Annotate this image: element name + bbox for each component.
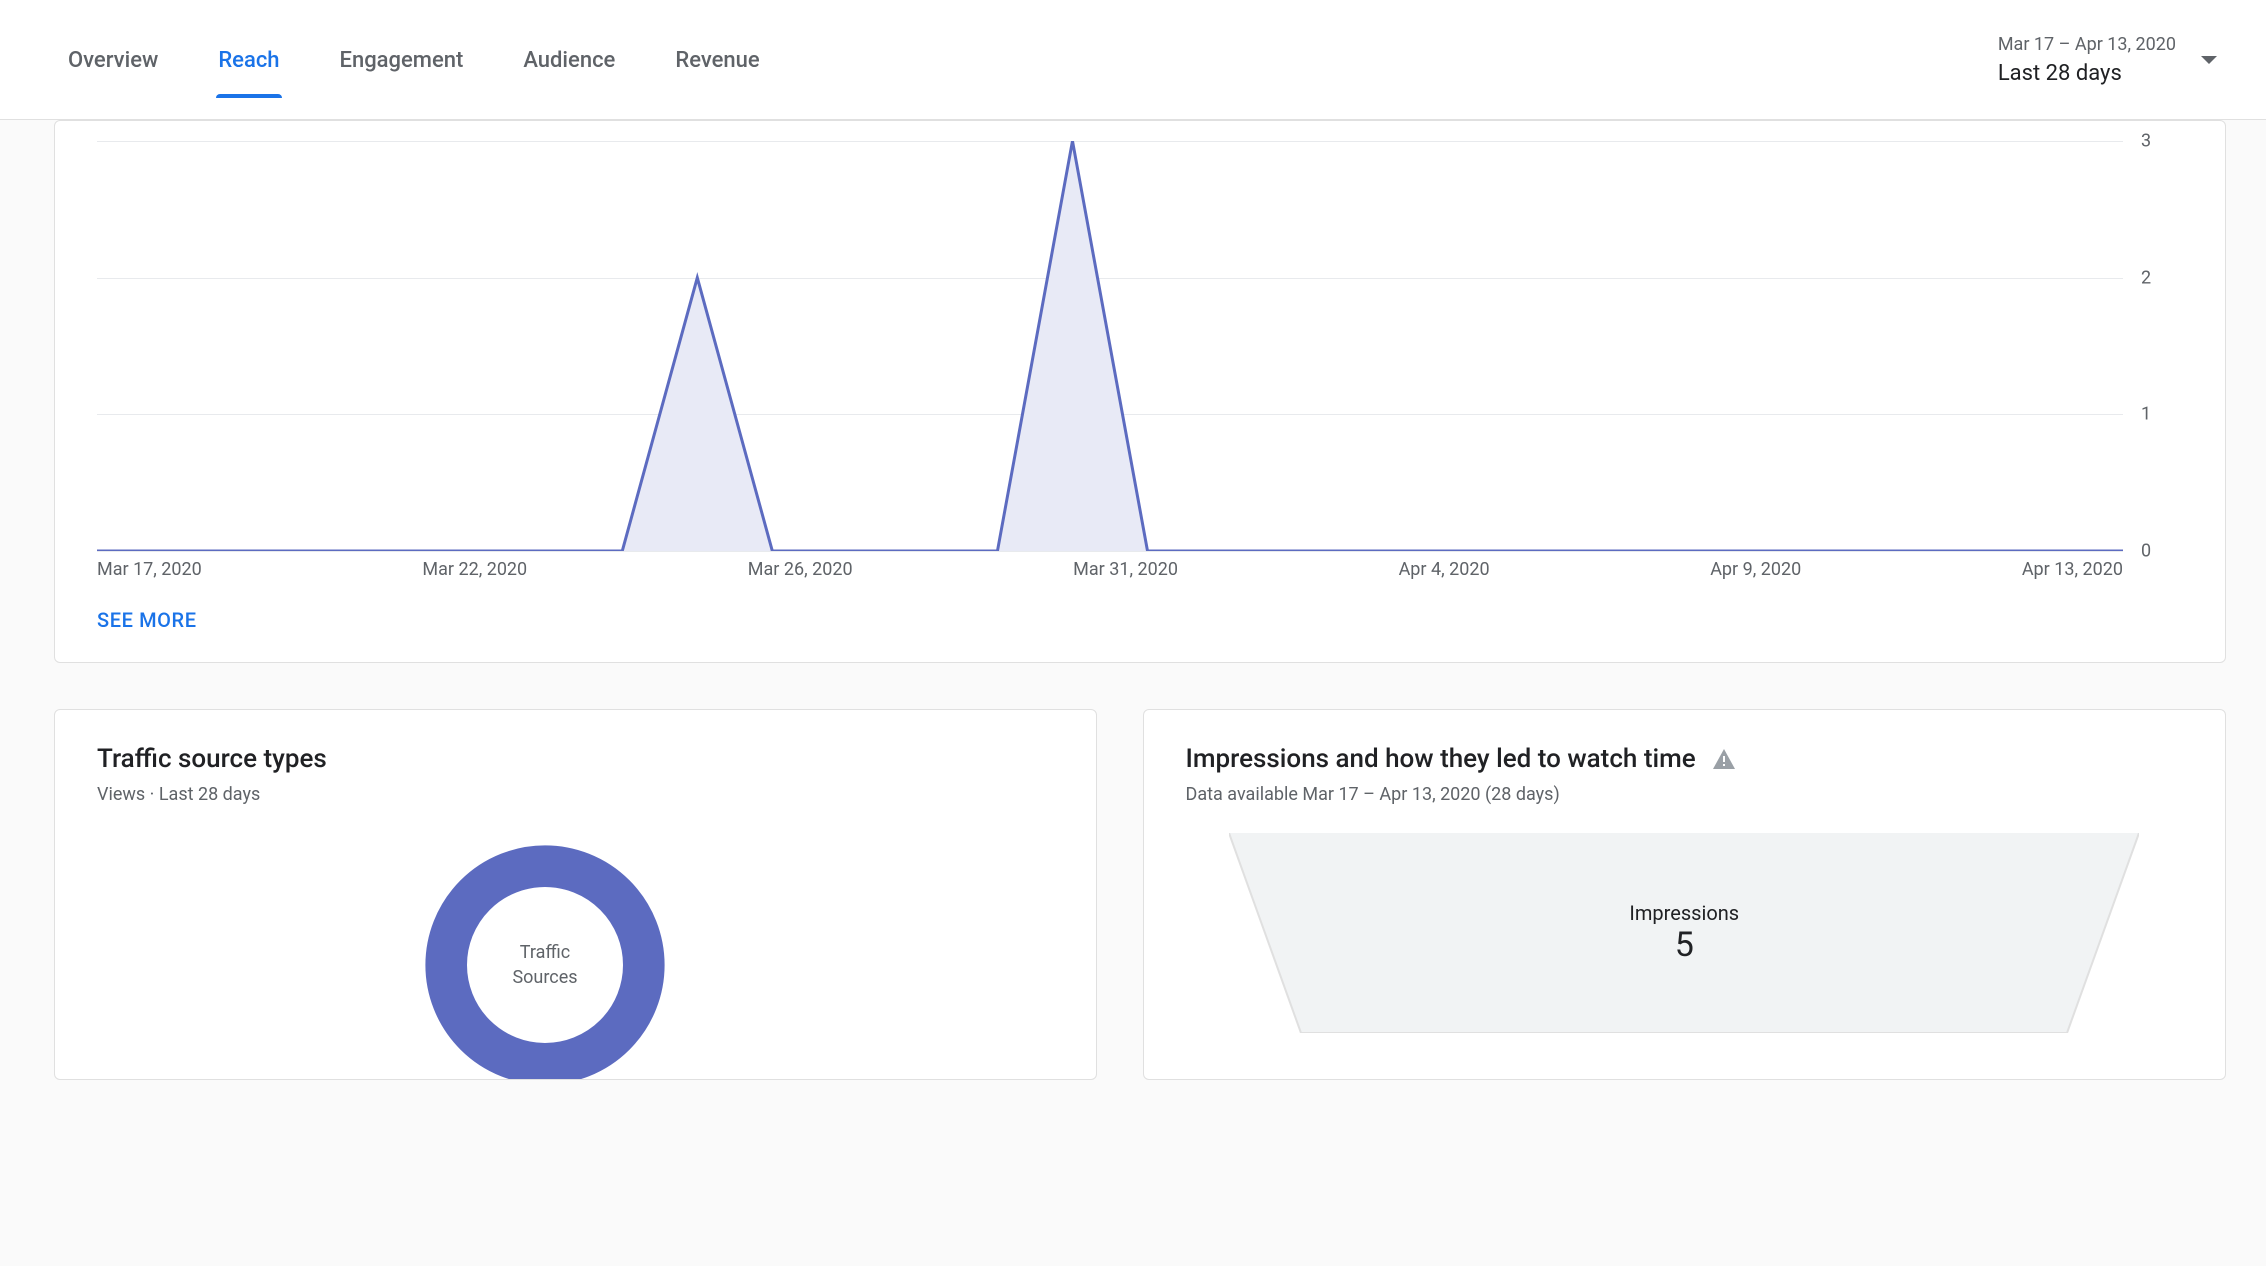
tab-audience[interactable]: Audience [521, 36, 617, 97]
y-tick-label: 3 [2141, 131, 2151, 152]
funnel-stage-impressions: Impressions 5 [1229, 833, 2139, 1033]
see-more-link[interactable]: SEE MORE [97, 608, 2183, 632]
chevron-down-icon [2200, 55, 2218, 65]
x-tick-label: Mar 17, 2020 [97, 559, 202, 580]
date-range-box: Mar 17 – Apr 13, 2020 Last 28 days [1998, 34, 2176, 86]
impressions-title: Impressions and how they led to watch ti… [1186, 744, 1696, 774]
traffic-sources-card: Traffic source types Views · Last 28 day… [54, 709, 1097, 1080]
x-tick-label: Mar 22, 2020 [422, 559, 527, 580]
top-bar: Overview Reach Engagement Audience Reven… [0, 0, 2266, 120]
main-chart-card: 0 1 2 3 Mar 17, 2020 Mar 22, 2020 Mar 26, 202… [54, 120, 2226, 663]
traffic-donut: Traffic Sources [415, 835, 675, 1080]
tab-revenue[interactable]: Revenue [673, 36, 761, 97]
impressions-subtitle: Data available Mar 17 – Apr 13, 2020 (28… [1186, 784, 2183, 805]
date-range-picker[interactable]: Mar 17 – Apr 13, 2020 Last 28 days [1998, 0, 2248, 119]
tab-engagement[interactable]: Engagement [338, 36, 466, 97]
content: 0 1 2 3 Mar 17, 2020 Mar 22, 2020 Mar 26, 202… [0, 120, 2266, 1120]
traffic-sources-subtitle: Views · Last 28 days [97, 784, 1054, 805]
warning-icon [1712, 748, 1736, 770]
funnel-stage-label: Impressions [1629, 901, 1739, 925]
chart-y-axis: 0123 [2123, 141, 2183, 551]
gridline [97, 551, 2123, 552]
donut-center-label: Traffic Sources [512, 940, 577, 990]
x-tick-label: Apr 4, 2020 [1399, 559, 1490, 580]
date-range-text: Mar 17 – Apr 13, 2020 [1998, 34, 2176, 55]
chart-plot [97, 141, 2123, 551]
y-tick-label: 1 [2141, 404, 2151, 425]
y-tick-label: 2 [2141, 267, 2151, 288]
row-2: Traffic source types Views · Last 28 day… [54, 709, 2226, 1080]
chart-series [97, 141, 2123, 551]
chart-x-axis: Mar 17, 2020 Mar 22, 2020 Mar 26, 2020 Mar … [97, 559, 2123, 580]
tabs: Overview Reach Engagement Audience Reven… [0, 0, 762, 119]
date-range-label: Last 28 days [1998, 61, 2176, 86]
x-tick-label: Apr 13, 2020 [2022, 559, 2123, 580]
impressions-funnel: Impressions 5 [1186, 833, 2183, 1033]
tab-reach[interactable]: Reach [216, 36, 281, 97]
x-tick-label: Apr 9, 2020 [1710, 559, 1801, 580]
traffic-sources-title: Traffic source types [97, 744, 1054, 774]
x-tick-label: Mar 31, 2020 [1073, 559, 1178, 580]
x-tick-label: Mar 26, 2020 [748, 559, 853, 580]
chart-wrap: 0123 [97, 141, 2183, 551]
impressions-card: Impressions and how they led to watch ti… [1143, 709, 2226, 1080]
tab-overview[interactable]: Overview [66, 36, 160, 97]
funnel-stage-value: 5 [1675, 925, 1694, 965]
y-tick-label: 0 [2141, 541, 2151, 562]
